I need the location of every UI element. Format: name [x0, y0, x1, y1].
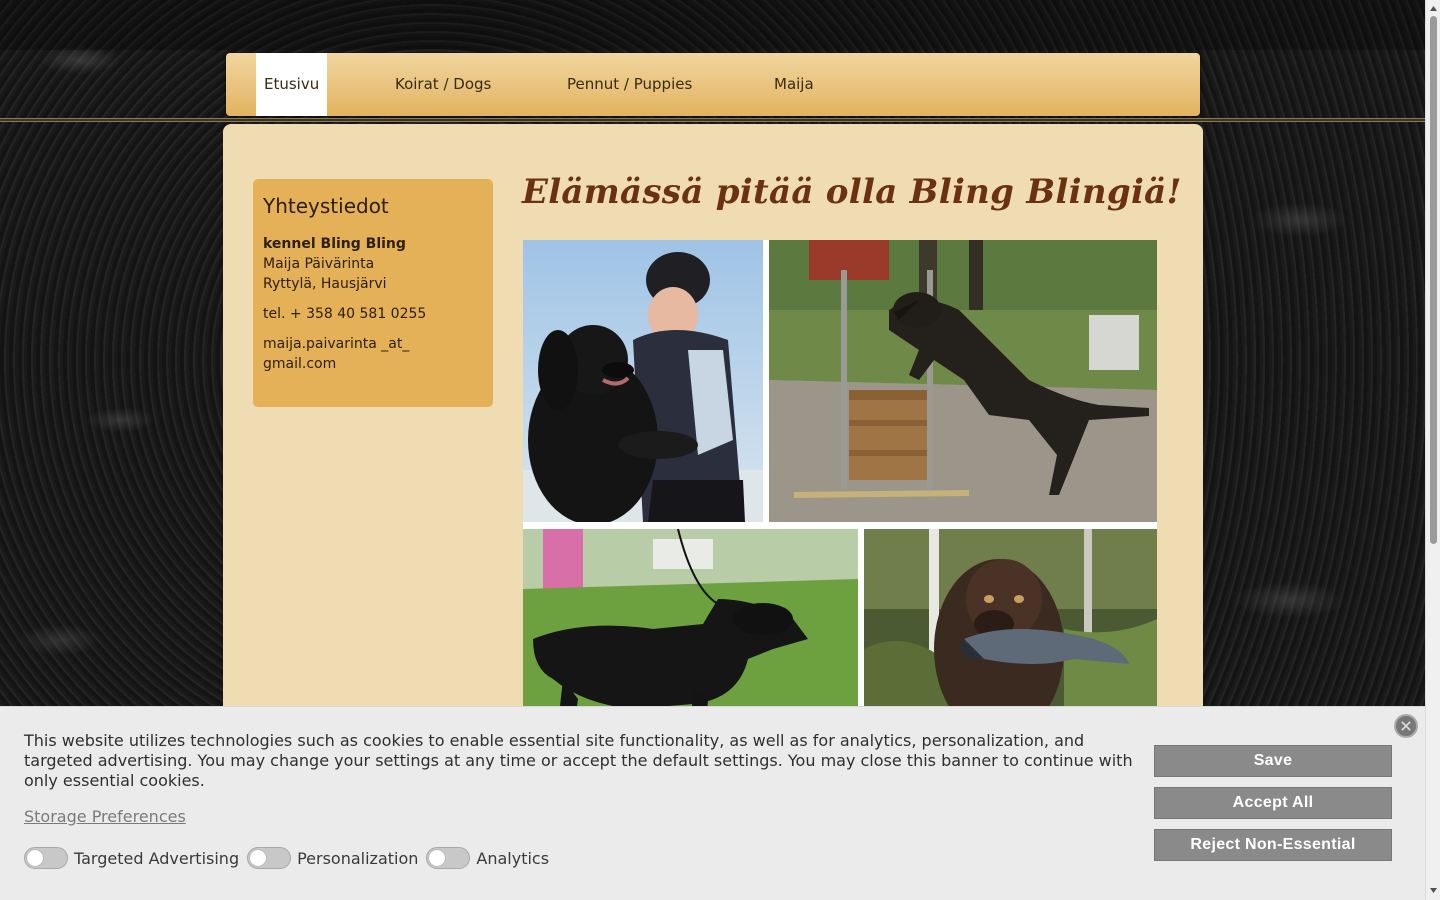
dog-jumping-photo — [769, 240, 1157, 522]
targeted-advertising-toggle[interactable] — [24, 847, 68, 869]
scroll-up-icon[interactable] — [1429, 4, 1438, 13]
cookie-text: This website utilizes technologies such … — [24, 731, 1133, 790]
targeted-advertising-label: Targeted Advertising — [74, 848, 240, 868]
contact-title: Yhteystiedot — [263, 194, 389, 218]
page-scrollbar[interactable] — [1425, 0, 1440, 900]
nav-item-pennut-puppies[interactable]: Pennut / Puppies — [567, 53, 692, 116]
reject-non-essential-button[interactable]: Reject Non-Essential — [1154, 829, 1392, 861]
accept-all-button[interactable]: Accept All — [1154, 787, 1392, 819]
page-headline: Elämässä pitää olla Bling Blingiä! — [522, 172, 1182, 212]
toggle-knob — [250, 850, 267, 866]
email-line-1: maija.paivarinta _at_ — [263, 336, 410, 352]
storage-preferences-link[interactable]: Storage Preferences — [24, 807, 186, 826]
contact-box: Yhteystiedot kennel Bling Bling Maija Pä… — [253, 179, 493, 407]
woman-with-dog-photo — [523, 240, 763, 522]
email-line-2: gmail.com — [263, 356, 337, 372]
page-background-top — [0, 0, 1425, 50]
toggle-knob — [27, 850, 43, 866]
nav-divider — [0, 118, 1425, 122]
personalization-label: Personalization — [297, 848, 419, 868]
location: Ryttylä, Hausjärvi — [263, 276, 387, 292]
analytics-label: Analytics — [476, 848, 550, 868]
scroll-thumb[interactable] — [1430, 16, 1437, 544]
main-nav: Etusivu Koirat / Dogs Pennut / Puppies M… — [226, 53, 1200, 116]
cookie-banner: This website utilizes technologies such … — [0, 706, 1425, 900]
kennel-name: kennel Bling Bling — [263, 236, 406, 252]
analytics-toggle[interactable] — [426, 847, 471, 869]
scroll-down-icon[interactable] — [1429, 886, 1438, 895]
toggle-knob — [429, 850, 446, 866]
nav-item-koirat-dogs[interactable]: Koirat / Dogs — [395, 53, 491, 116]
contact-phone: tel. + 358 40 581 0255 — [263, 306, 427, 322]
personalization-toggle[interactable] — [247, 847, 292, 869]
close-icon[interactable] — [1394, 714, 1418, 738]
cookie-toggles: Targeted Advertising Personalization Ana… — [24, 847, 557, 869]
save-button[interactable]: Save — [1154, 745, 1392, 777]
contact-email: maija.paivarinta _at_ gmail.com — [263, 334, 483, 374]
nav-item-maija[interactable]: Maija — [774, 53, 814, 116]
owner-name: Maija Päivärinta — [263, 256, 375, 272]
nav-item-etusivu[interactable]: Etusivu — [256, 53, 328, 116]
contact-address: kennel Bling Bling Maija Päivärinta Rytt… — [263, 234, 483, 294]
